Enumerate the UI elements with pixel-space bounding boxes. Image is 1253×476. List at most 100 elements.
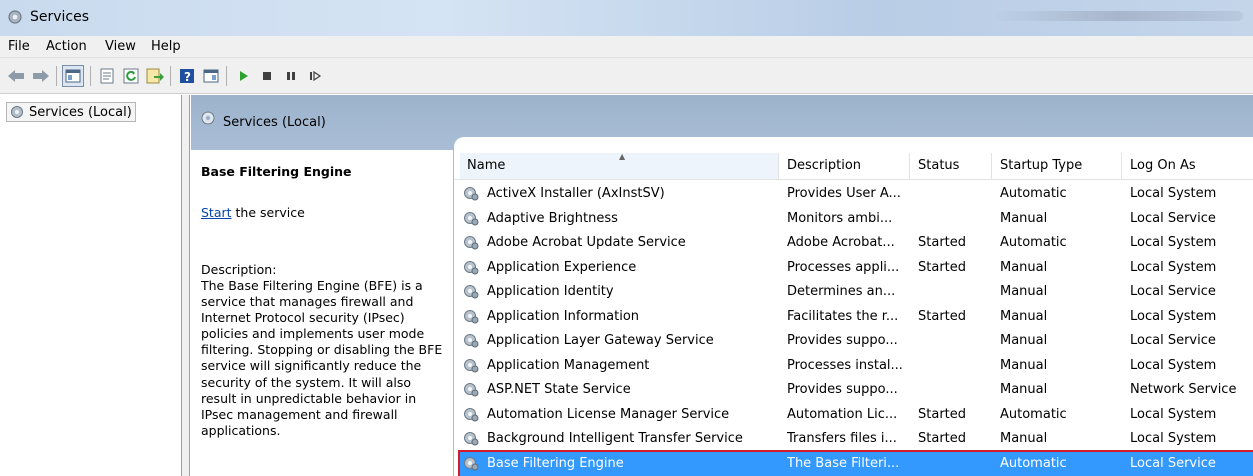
cell-description: The Base Filteri... (787, 455, 900, 471)
service-gear-icon (464, 285, 479, 299)
column-header-label: Startup Type (1000, 158, 1083, 173)
service-row[interactable]: Automation License Manager Service Automa… (460, 403, 1253, 427)
start-service-icon[interactable] (232, 65, 254, 87)
cell-name: ASP.NET State Service (487, 382, 631, 397)
service-row[interactable]: Application Identity Determines an... Manu… (460, 280, 1253, 304)
toolbar: ? (0, 58, 1253, 94)
services-gear-icon (201, 111, 215, 125)
cell-logon-as: Local Service (1130, 333, 1216, 348)
export-list-icon[interactable] (144, 65, 166, 87)
service-gear-icon (464, 236, 479, 250)
pane-splitter[interactable] (182, 95, 190, 476)
column-header-startup-type[interactable]: Startup Type (993, 153, 1122, 179)
cell-logon-as: Local System (1130, 186, 1217, 201)
service-row[interactable]: Application Information Facilitates the r… (460, 305, 1253, 329)
start-service-suffix: the service (231, 205, 305, 220)
service-row[interactable]: Adaptive Brightness Monitors ambi... Manua… (460, 207, 1253, 231)
start-service-link[interactable]: Start (201, 205, 232, 220)
service-row[interactable]: Application Layer Gateway Service Provide… (460, 329, 1253, 353)
extended-detail-pane: Base Filtering Engine Start the service … (191, 150, 453, 476)
cell-description: Provides suppo... (787, 333, 898, 348)
menu-action[interactable]: Action (46, 39, 87, 54)
back-arrow-icon[interactable] (5, 65, 27, 87)
cell-status: Started (918, 308, 967, 324)
help-icon[interactable]: ? (176, 65, 198, 87)
cell-logon-as: Local Service (1130, 284, 1216, 299)
cell-startup-type: Automatic (1000, 186, 1067, 201)
resume-service-icon[interactable] (304, 65, 326, 87)
cell-description: Monitors ambi... (787, 210, 893, 226)
toolbar-separator (170, 66, 171, 86)
service-row[interactable]: Application Management Processes instal..… (460, 354, 1253, 378)
cell-description: Transfers files i... (787, 431, 897, 446)
cell-description: Facilitates the r... (787, 308, 899, 324)
tree-node-services-local[interactable]: Services (Local) (6, 102, 136, 122)
cell-startup-type: Automatic (1000, 235, 1067, 250)
cell-logon-as: Local System (1130, 431, 1217, 446)
cell-name: Application Information (487, 308, 640, 324)
content-header: Services (Local) (191, 95, 1253, 143)
refresh-icon[interactable] (120, 65, 142, 87)
column-header-status[interactable]: Status (911, 153, 992, 179)
cell-status: Started (918, 431, 967, 446)
forward-arrow-icon[interactable] (30, 65, 52, 87)
cell-startup-type: Manual (1000, 210, 1048, 226)
service-gear-icon (464, 260, 479, 274)
content-header-title: Services (Local) (223, 115, 326, 130)
column-header-label: Name (467, 158, 506, 173)
cell-logon-as: Network Service (1130, 382, 1237, 397)
cell-status: Started (918, 235, 967, 250)
column-header-description[interactable]: Description (780, 153, 910, 179)
service-row[interactable]: Application Experience Processes appli...… (460, 256, 1253, 280)
cell-status: Started (918, 406, 967, 422)
cell-status: Started (918, 259, 967, 275)
stop-service-icon[interactable] (256, 65, 278, 87)
cell-startup-type: Manual (1000, 431, 1048, 446)
service-gear-icon (464, 383, 479, 397)
cell-name: Automation License Manager Service (487, 406, 730, 422)
service-row[interactable]: Base Filtering Engine The Base Filteri...… (458, 449, 1253, 476)
cell-description: Provides User A... (787, 186, 901, 201)
description-label: Description: (201, 262, 277, 277)
toolbar-separator (226, 66, 227, 86)
service-gear-icon (464, 358, 479, 372)
cell-logon-as: Local System (1130, 406, 1217, 422)
cell-startup-type: Manual (1000, 284, 1048, 299)
cell-name: Background Intelligent Transfer Service (487, 431, 743, 446)
service-gear-icon (464, 309, 479, 323)
cell-logon-as: Local System (1130, 259, 1217, 275)
service-gear-icon (464, 407, 479, 421)
cell-startup-type: Automatic (1000, 406, 1067, 422)
menu-view[interactable]: View (105, 39, 136, 54)
cell-startup-type: Manual (1000, 333, 1048, 348)
column-header-name[interactable]: ▲ Name (460, 152, 779, 179)
pause-service-icon[interactable] (280, 65, 302, 87)
service-row[interactable]: ActiveX Installer (AxInstSV) Provides Use… (460, 182, 1253, 206)
toolbar-separator (56, 66, 57, 86)
cell-name: Application Experience (487, 259, 637, 275)
properties-icon[interactable] (96, 65, 118, 87)
service-row[interactable]: ASP.NET State Service Provides suppo... Ma… (460, 378, 1253, 402)
menu-file[interactable]: File (8, 39, 30, 54)
svg-text:?: ? (184, 70, 191, 84)
service-row[interactable]: Adobe Acrobat Update Service Adobe Acroba… (460, 231, 1253, 255)
cell-startup-type: Automatic (1000, 455, 1067, 471)
menu-help[interactable]: Help (151, 39, 181, 54)
window-title: Services (30, 9, 90, 25)
title-bar: Services (0, 0, 1253, 36)
cell-logon-as: Local Service (1130, 210, 1216, 226)
column-header-label: Status (918, 158, 960, 173)
cell-name: Adobe Acrobat Update Service (487, 235, 686, 250)
show-hide-tree-icon[interactable] (62, 65, 84, 87)
cell-description: Determines an... (787, 284, 896, 299)
cell-startup-type: Manual (1000, 308, 1048, 324)
description-text: The Base Filtering Engine (BFE) is a ser… (201, 278, 443, 438)
service-gear-icon (464, 334, 479, 348)
show-action-pane-icon[interactable] (200, 65, 222, 87)
cell-logon-as: Local Service (1130, 455, 1216, 471)
cell-name: Application Layer Gateway Service (487, 333, 714, 348)
service-row[interactable]: Background Intelligent Transfer Service T… (460, 427, 1253, 451)
cell-logon-as: Local System (1130, 357, 1217, 373)
column-header-label: Description (787, 158, 862, 173)
column-header-logon-as[interactable]: Log On As (1123, 153, 1253, 179)
